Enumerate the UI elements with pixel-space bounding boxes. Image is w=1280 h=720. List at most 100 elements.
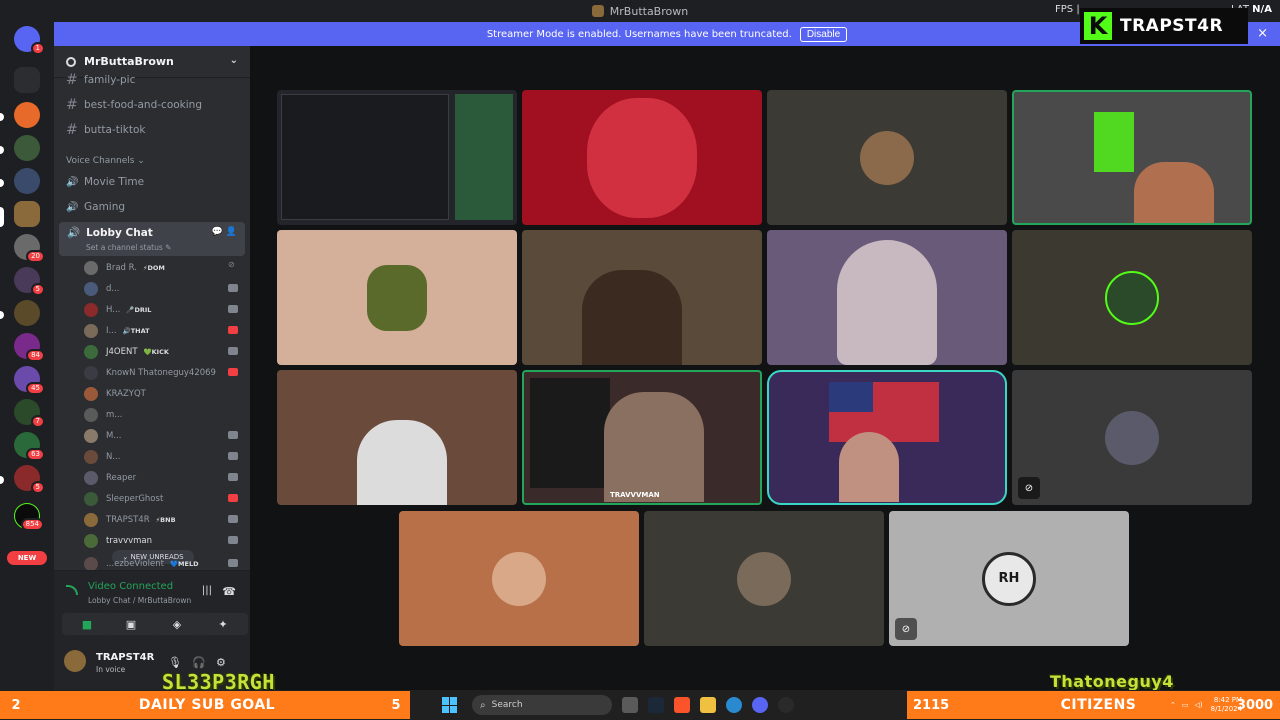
voice-user[interactable]: Brad R. ⚡DOM ⊘ bbox=[84, 258, 242, 278]
voice-user[interactable]: TRAPST4R ⚡BNB bbox=[84, 510, 242, 530]
task-view-icon[interactable] bbox=[622, 697, 638, 713]
voice-channels-header[interactable]: Voice Channels ⌄ bbox=[66, 156, 145, 166]
unread-pill bbox=[0, 146, 4, 154]
voice-user[interactable]: KnowN Thatoneguy42069 bbox=[84, 363, 242, 383]
voice-user[interactable]: d... bbox=[84, 279, 242, 299]
server-icon[interactable] bbox=[14, 168, 40, 194]
voice-user[interactable]: I... 🔊THAT bbox=[84, 321, 242, 341]
sub-goal-target: 5 bbox=[391, 697, 401, 713]
headphones-icon[interactable]: 🎧 bbox=[192, 656, 206, 669]
unread-pill bbox=[0, 113, 4, 121]
kick-server-icon[interactable]: 854 bbox=[14, 503, 44, 531]
text-channel-best-food[interactable]: # best-food-and-cooking bbox=[66, 95, 242, 115]
clock-date[interactable]: 8/1/2024 bbox=[1211, 705, 1242, 714]
voice-user[interactable]: travvvman bbox=[84, 531, 242, 551]
server-icon-peach[interactable] bbox=[14, 102, 40, 128]
voice-user[interactable]: J4OENT 💚KICK bbox=[84, 342, 242, 362]
video-tile[interactable] bbox=[767, 90, 1007, 225]
chevron-up-icon[interactable]: ⌃ bbox=[1170, 701, 1176, 709]
avatar[interactable] bbox=[64, 650, 86, 672]
gear-icon[interactable]: ⚙ bbox=[216, 656, 226, 669]
video-tile[interactable] bbox=[277, 230, 517, 365]
video-tile[interactable]: TRAVVVMAN bbox=[522, 370, 762, 505]
camera-toggle-button[interactable]: ■ bbox=[62, 613, 112, 635]
close-icon[interactable]: × bbox=[1257, 26, 1268, 41]
voice-user[interactable]: m... bbox=[84, 405, 242, 425]
activities-button[interactable]: ◈ bbox=[152, 613, 202, 635]
video-tile[interactable] bbox=[1012, 230, 1252, 365]
window-title: MrButtaBrown bbox=[609, 4, 689, 18]
channel-actions[interactable]: 💬 👤 bbox=[212, 227, 237, 237]
current-user-name[interactable]: TRAPST4R bbox=[96, 652, 154, 663]
voice-user[interactable]: SleeperGhost bbox=[84, 489, 242, 509]
voice-channel-gaming[interactable]: 🔊 Gaming bbox=[66, 197, 242, 217]
server-icon[interactable] bbox=[14, 300, 40, 326]
avatar bbox=[84, 492, 98, 506]
brave-browser-icon[interactable] bbox=[674, 697, 690, 713]
video-feed bbox=[1134, 162, 1214, 223]
channel-label: Gaming bbox=[84, 201, 126, 213]
voice-channel-movie-time[interactable]: 🔊 Movie Time bbox=[66, 172, 242, 192]
server-icon-mrbuttabrown[interactable] bbox=[14, 201, 40, 227]
edge-browser-icon[interactable] bbox=[726, 697, 742, 713]
flag-backdrop bbox=[829, 382, 873, 412]
user-name: m... bbox=[106, 410, 123, 420]
discord-home-icon[interactable]: 1 bbox=[14, 26, 45, 55]
microphone-icon[interactable]: 🎙 bbox=[168, 656, 182, 669]
noise-suppression-icon[interactable]: ||| bbox=[202, 585, 212, 596]
voice-status[interactable]: Video Connected bbox=[88, 581, 173, 592]
screen-share-button[interactable]: ▣ bbox=[106, 613, 156, 635]
user-name: Reaper bbox=[106, 473, 137, 483]
server-icon[interactable] bbox=[14, 135, 40, 161]
voice-user[interactable]: H... 🎤DRIL bbox=[84, 300, 242, 320]
voice-channel-lobby-chat[interactable]: 🔊 Lobby Chat Set a channel status ✎ 💬 👤 bbox=[59, 222, 245, 256]
set-channel-status[interactable]: Set a channel status ✎ bbox=[86, 243, 171, 252]
video-tile[interactable] bbox=[522, 90, 762, 225]
channel-label: best-food-and-cooking bbox=[84, 99, 202, 111]
voice-user[interactable]: M... bbox=[84, 426, 242, 446]
disable-streamer-mode-button[interactable]: Disable bbox=[799, 26, 848, 42]
server-icon[interactable]: 20 bbox=[14, 234, 45, 263]
taskbar-search[interactable]: ⌕ Search bbox=[472, 695, 612, 715]
dm-folder-icon[interactable] bbox=[14, 67, 40, 93]
voice-user[interactable]: KRAZYQT bbox=[84, 384, 242, 404]
avatar bbox=[860, 130, 914, 185]
user-name: Brad R. bbox=[106, 263, 137, 273]
server-icon[interactable]: 7 bbox=[14, 399, 45, 428]
signal-icon[interactable] bbox=[66, 585, 78, 595]
server-icon[interactable]: 5 bbox=[14, 465, 45, 494]
steam-icon[interactable] bbox=[648, 697, 664, 713]
volume-icon[interactable]: ◁) bbox=[1195, 701, 1203, 709]
video-tile[interactable] bbox=[644, 511, 884, 646]
server-icon[interactable]: 84 bbox=[14, 333, 45, 362]
video-tile[interactable] bbox=[767, 230, 1007, 365]
speaker-icon: 🔊 bbox=[66, 201, 79, 213]
voice-user[interactable]: Reaper bbox=[84, 468, 242, 488]
network-icon[interactable]: ▭ bbox=[1182, 701, 1189, 709]
clock-time[interactable]: 8:42 PM bbox=[1214, 696, 1242, 705]
video-tile[interactable] bbox=[399, 511, 639, 646]
windows-start-icon[interactable] bbox=[442, 697, 458, 713]
discord-taskbar-icon[interactable] bbox=[752, 697, 768, 713]
video-tile[interactable]: ⊘ bbox=[1012, 370, 1252, 505]
video-tile[interactable] bbox=[277, 90, 517, 225]
server-icon[interactable]: 63 bbox=[14, 432, 45, 461]
voice-user[interactable]: N... bbox=[84, 447, 242, 467]
file-explorer-icon[interactable] bbox=[700, 697, 716, 713]
voice-location[interactable]: Lobby Chat / MrButtaBrown bbox=[88, 596, 191, 605]
disconnect-icon[interactable]: ☎ bbox=[222, 585, 236, 598]
obs-icon[interactable] bbox=[778, 697, 794, 713]
server-icon[interactable]: 45 bbox=[14, 366, 45, 395]
video-tile[interactable] bbox=[767, 370, 1007, 505]
text-channel-family-pic[interactable]: # family-pic bbox=[66, 70, 242, 90]
soundboard-button[interactable]: ✦ bbox=[198, 613, 248, 635]
video-tile[interactable]: RH ⊘ bbox=[889, 511, 1129, 646]
avatar bbox=[84, 303, 98, 317]
video-feed bbox=[357, 420, 447, 505]
text-channel-butta-tiktok[interactable]: # butta-tiktok bbox=[66, 120, 242, 140]
new-servers-pill[interactable]: NEW bbox=[7, 551, 47, 565]
server-icon[interactable]: 5 bbox=[14, 267, 45, 296]
video-tile[interactable] bbox=[522, 230, 762, 365]
video-tile[interactable] bbox=[1012, 90, 1252, 225]
video-tile[interactable] bbox=[277, 370, 517, 505]
